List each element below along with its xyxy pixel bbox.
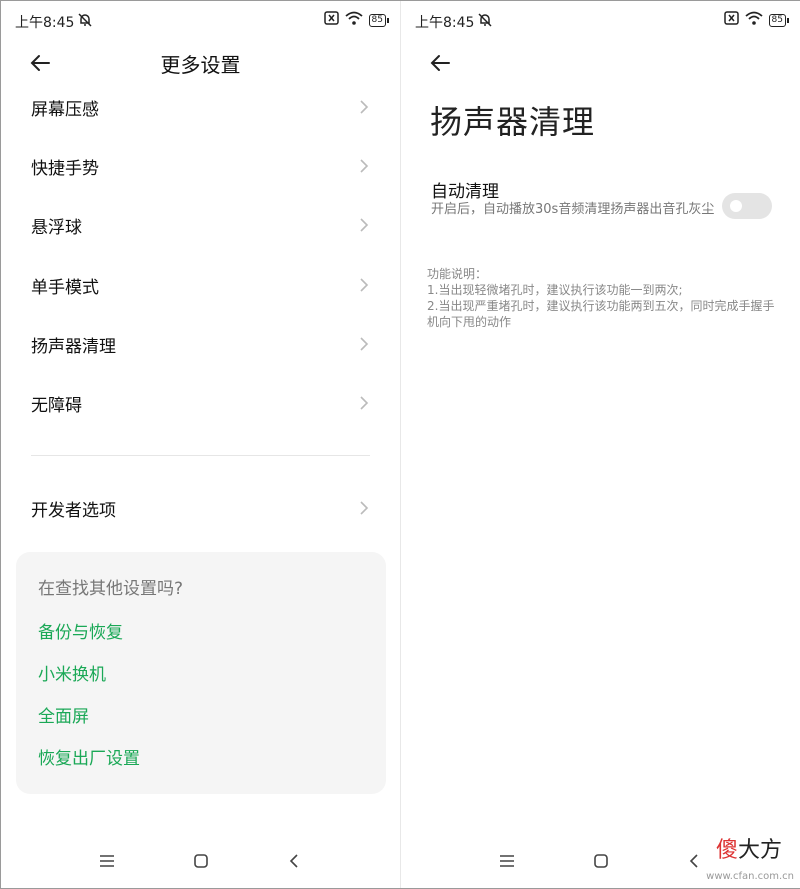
menu-item-label: 悬浮球	[31, 217, 82, 238]
menu-item-label: 扬声器清理	[31, 336, 116, 357]
section-divider	[31, 455, 370, 456]
menu-item-gestures[interactable]: 快捷手势	[31, 148, 370, 184]
status-icons: 85	[723, 11, 790, 29]
link-full-screen[interactable]: 全面屏	[38, 702, 89, 727]
screenshot-frame: 上午8:45 85 更多设置 屏幕压感 快捷手势 悬浮球 单手模式 扬声器清理 …	[0, 0, 800, 889]
wifi-icon	[344, 11, 363, 29]
watermark-url: www.cfan.com.cn	[706, 871, 794, 882]
watermark-first-char: 傻	[715, 838, 738, 863]
battery-icon: 85	[368, 13, 390, 27]
menu-item-screen-pressure[interactable]: 屏幕压感	[31, 89, 370, 125]
menu-item-floating-ball[interactable]: 悬浮球	[31, 207, 370, 243]
chevron-right-icon	[360, 501, 369, 515]
explanation-line: 2.当出现严重堵孔时，建议执行该功能两到五次，同时完成手握手机向下甩的动作	[427, 299, 775, 329]
chevron-right-icon	[360, 159, 369, 173]
home-square-icon[interactable]	[191, 851, 211, 871]
menu-item-label: 无障碍	[31, 395, 82, 416]
mute-bell-icon	[477, 12, 493, 32]
chevron-right-icon	[360, 396, 369, 410]
home-square-icon[interactable]	[591, 851, 611, 871]
suggestion-card: 在查找其他设置吗? 备份与恢复 小米换机 全面屏 恢复出厂设置	[16, 552, 386, 794]
menu-item-label: 快捷手势	[31, 158, 99, 179]
menu-item-label: 屏幕压感	[31, 99, 99, 120]
auto-clean-title: 自动清理	[431, 182, 499, 202]
auto-clean-toggle[interactable]	[722, 193, 772, 219]
sim-x-icon	[323, 11, 339, 29]
chevron-right-icon	[360, 278, 369, 292]
suggestion-title: 在查找其他设置吗?	[38, 579, 184, 599]
auto-clean-description: 开启后，自动播放30s音频清理扬声器出音孔灰尘	[431, 202, 715, 217]
menu-lines-icon[interactable]	[97, 851, 117, 871]
speaker-cleaning-screen: 上午8:45 85 扬声器清理 自动清理 开启后，自动播放30s音频清理扬声器出…	[401, 1, 800, 888]
menu-lines-icon[interactable]	[497, 851, 517, 871]
page-title: 扬声器清理	[430, 103, 596, 141]
link-factory-reset[interactable]: 恢复出厂设置	[38, 744, 140, 769]
menu-item-label: 开发者选项	[31, 500, 116, 521]
function-explanation: 功能说明： 1.当出现轻微堵孔时，建议执行该功能一到两次; 2.当出现严重堵孔时…	[427, 266, 777, 330]
explanation-title: 功能说明：	[427, 267, 488, 281]
chevron-right-icon	[360, 337, 369, 351]
page-title: 更多设置	[160, 53, 241, 77]
more-settings-screen: 上午8:45 85 更多设置 屏幕压感 快捷手势 悬浮球 单手模式 扬声器清理 …	[1, 1, 400, 888]
nav-back-icon[interactable]	[284, 851, 304, 871]
status-time: 上午8:45	[415, 15, 475, 31]
watermark-rest: 大方	[737, 838, 782, 863]
link-backup-restore[interactable]: 备份与恢复	[38, 618, 123, 643]
status-icons: 85	[323, 11, 390, 29]
menu-item-developer-options[interactable]: 开发者选项	[31, 490, 370, 526]
nav-back-icon[interactable]	[684, 851, 704, 871]
menu-item-label: 单手模式	[31, 277, 99, 298]
status-bar: 上午8:45 85	[15, 11, 390, 33]
menu-item-one-hand-mode[interactable]: 单手模式	[31, 267, 370, 303]
watermark-logo: 傻大方	[716, 832, 782, 864]
menu-item-speaker-cleaning[interactable]: 扬声器清理	[31, 326, 370, 362]
mute-bell-icon	[77, 12, 93, 32]
menu-item-accessibility[interactable]: 无障碍	[31, 385, 370, 421]
status-bar: 上午8:45 85	[415, 11, 790, 33]
chevron-right-icon	[360, 218, 369, 232]
explanation-line: 1.当出现轻微堵孔时，建议执行该功能一到两次;	[427, 283, 683, 297]
battery-icon: 85	[768, 13, 790, 27]
status-time: 上午8:45	[15, 15, 75, 31]
link-mi-mover[interactable]: 小米换机	[38, 660, 106, 685]
navigation-bar	[1, 838, 400, 888]
chevron-right-icon	[360, 100, 369, 114]
wifi-icon	[744, 11, 763, 29]
toggle-knob	[730, 200, 742, 212]
sim-x-icon	[723, 11, 739, 29]
back-arrow-icon[interactable]	[427, 49, 455, 77]
